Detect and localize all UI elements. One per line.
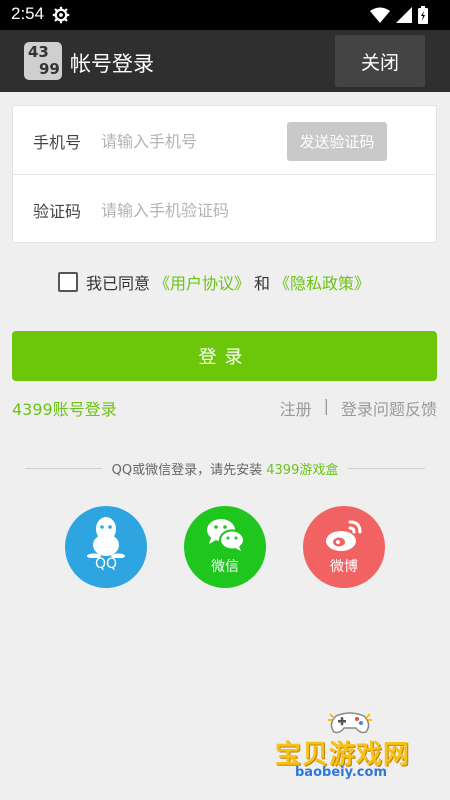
secondary-links: 注册 | 登录问题反馈: [280, 396, 437, 420]
feedback-link[interactable]: 登录问题反馈: [341, 396, 437, 420]
wechat-label: 微信: [211, 559, 239, 575]
code-input[interactable]: [101, 195, 401, 225]
privacy-policy-link[interactable]: 《隐私政策》: [274, 270, 370, 294]
register-link[interactable]: 注册: [280, 396, 312, 420]
weibo-login-button[interactable]: 微博: [303, 506, 385, 588]
third-party-divider: QQ或微信登录，请先安装 4399游戏盒: [25, 458, 426, 478]
weibo-label: 微博: [330, 559, 358, 575]
status-time: 2:54: [11, 4, 45, 23]
third-party-hint: QQ或微信登录，请先安装 4399游戏盒: [102, 459, 349, 478]
settings-icon: [52, 6, 70, 24]
agreement-row: 我已同意 《用户协议》 和 《隐私政策》: [58, 270, 374, 294]
phone-input[interactable]: [101, 126, 291, 156]
page-title: 帐号登录: [70, 52, 154, 76]
hint-app-link[interactable]: 4399游戏盒: [266, 463, 338, 478]
status-bar: 2:54: [0, 0, 450, 30]
code-label: 验证码: [33, 202, 82, 221]
wechat-icon: [207, 519, 245, 551]
hint-prefix: QQ或微信登录，请先安装: [111, 462, 263, 478]
logo-text-bottom: 99: [39, 60, 60, 78]
send-code-button[interactable]: 发送验证码: [287, 122, 387, 161]
login-form: 手机号 发送验证码 验证码: [12, 105, 437, 243]
divider-line-left: [25, 467, 102, 469]
divider-line-right: [348, 467, 426, 469]
user-agreement-link[interactable]: 《用户协议》: [154, 270, 250, 294]
wifi-icon: [370, 7, 390, 23]
login-button[interactable]: 登录: [12, 331, 437, 381]
signal-icon: [396, 7, 412, 23]
phone-label: 手机号: [33, 133, 82, 152]
wechat-login-button[interactable]: 微信: [184, 506, 266, 588]
agree-checkbox[interactable]: [58, 272, 78, 292]
qq-login-button[interactable]: QQ: [65, 506, 147, 588]
qq-icon: [87, 517, 125, 558]
phone-row: 手机号 发送验证码: [13, 106, 436, 175]
close-button[interactable]: 关闭: [335, 35, 425, 87]
app-logo: 43 99: [24, 42, 62, 80]
link-separator: |: [323, 396, 329, 415]
watermark: 宝贝游戏网 baobeiy.com: [270, 710, 440, 795]
code-row: 验证码: [13, 175, 436, 244]
qq-label: QQ: [94, 556, 118, 572]
gamepad-icon: [328, 712, 372, 734]
account-login-link[interactable]: 4399账号登录: [12, 396, 117, 420]
battery-icon: [418, 6, 428, 24]
agree-prefix: 我已同意: [86, 274, 151, 293]
logo-text-top: 43: [28, 43, 49, 61]
weibo-icon: [326, 520, 362, 551]
agree-and: 和: [254, 274, 271, 293]
status-icons: [370, 6, 428, 24]
watermark-url: baobeiy.com: [295, 765, 387, 780]
